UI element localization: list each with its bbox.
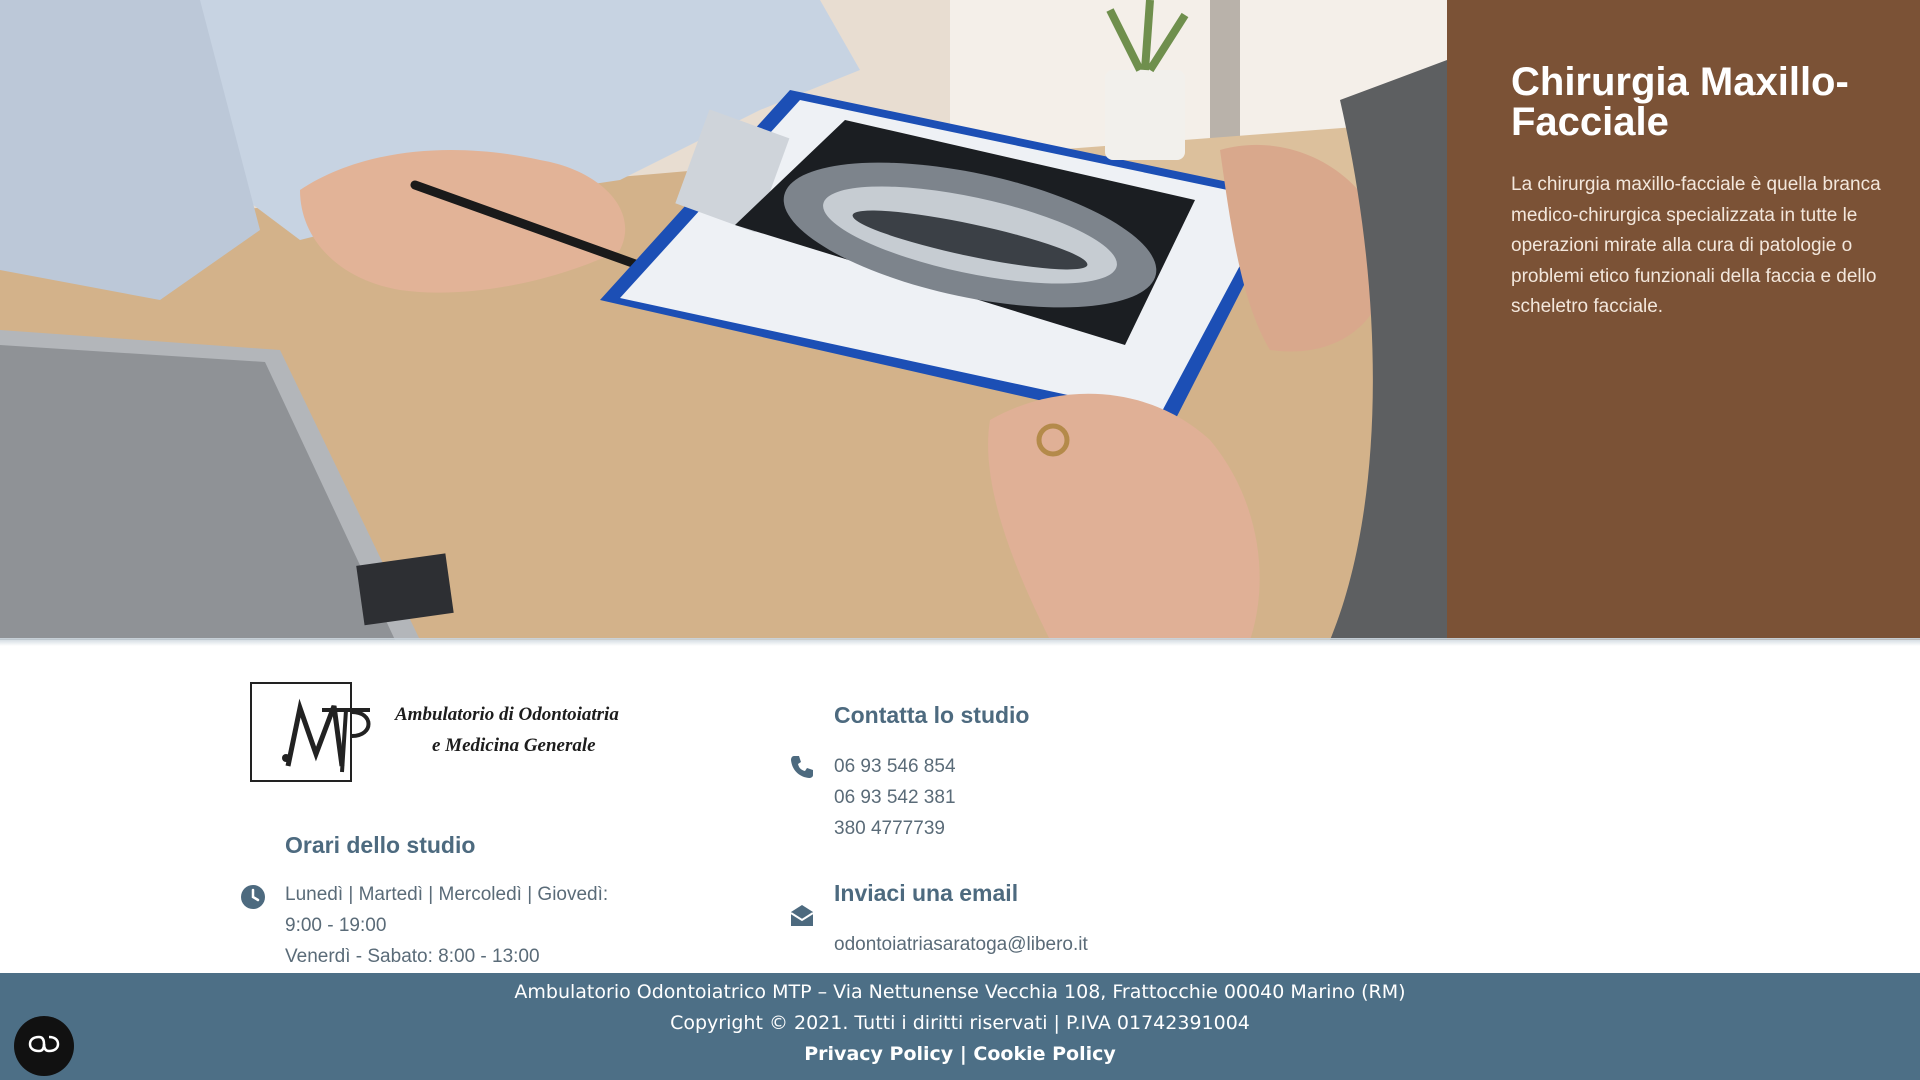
logo-monogram <box>282 696 372 790</box>
logo-line2: e Medicina Generale <box>432 735 596 756</box>
cookie-policy-link[interactable]: Cookie Policy <box>973 1043 1115 1065</box>
privacy-policy-link[interactable]: Privacy Policy <box>804 1043 953 1065</box>
accessibility-toggle-icon <box>27 1034 61 1059</box>
hero-section: Chirurgia Maxillo-Facciale La chirurgia … <box>0 0 1920 640</box>
logo-line1: Ambulatorio di Odontoiatria <box>395 704 619 725</box>
phone-link-3[interactable]: 380 4777739 <box>834 814 945 845</box>
footer-policy-links: Privacy Policy | Cookie Policy <box>0 1043 1920 1065</box>
mtp-monogram-icon <box>282 698 371 773</box>
envelope-icon <box>789 902 815 928</box>
footer-copyright: Copyright © 2021. Tutti i diritti riserv… <box>670 1012 1250 1034</box>
email-title: Inviaci una email <box>834 880 1019 906</box>
contact-title: Contatta lo studio <box>834 702 1030 728</box>
footer-address: Ambulatorio Odontoiatrico MTP – Via Nett… <box>514 981 1406 1003</box>
policy-separator: | <box>959 1043 967 1065</box>
clock-icon <box>240 884 266 910</box>
hours-weekdays-time: 9:00 - 19:00 <box>285 915 387 936</box>
phone-icon <box>789 754 815 780</box>
studio-logo[interactable]: Ambulatorio di Odontoiatria e Medicina G… <box>250 682 650 784</box>
email-link[interactable]: odontoiatriasaratoga@libero.it <box>834 930 1088 961</box>
phone-link-2[interactable]: 06 93 542 381 <box>834 783 956 814</box>
hero-title: Chirurgia Maxillo-Facciale <box>1511 60 1849 144</box>
section-divider <box>0 638 1920 646</box>
hero-info-panel: Chirurgia Maxillo-Facciale La chirurgia … <box>1447 0 1920 640</box>
hours-weekdays: Lunedì | Martedì | Mercoledì | Giovedì: <box>285 884 609 905</box>
hero-description: La chirurgia maxillo-facciale è quella b… <box>1511 174 1881 317</box>
hero-photo-illustration <box>0 0 1447 640</box>
accessibility-button[interactable] <box>14 1016 74 1076</box>
phone-link-1[interactable]: 06 93 546 854 <box>834 752 956 783</box>
footer-bar: Ambulatorio Odontoiatrico MTP – Via Nett… <box>0 973 1920 1080</box>
hero-image-dental-consultation <box>0 0 1447 640</box>
hours-title: Orari dello studio <box>285 832 476 858</box>
hours-weekend: Venerdì - Sabato: 8:00 - 13:00 <box>285 946 540 967</box>
